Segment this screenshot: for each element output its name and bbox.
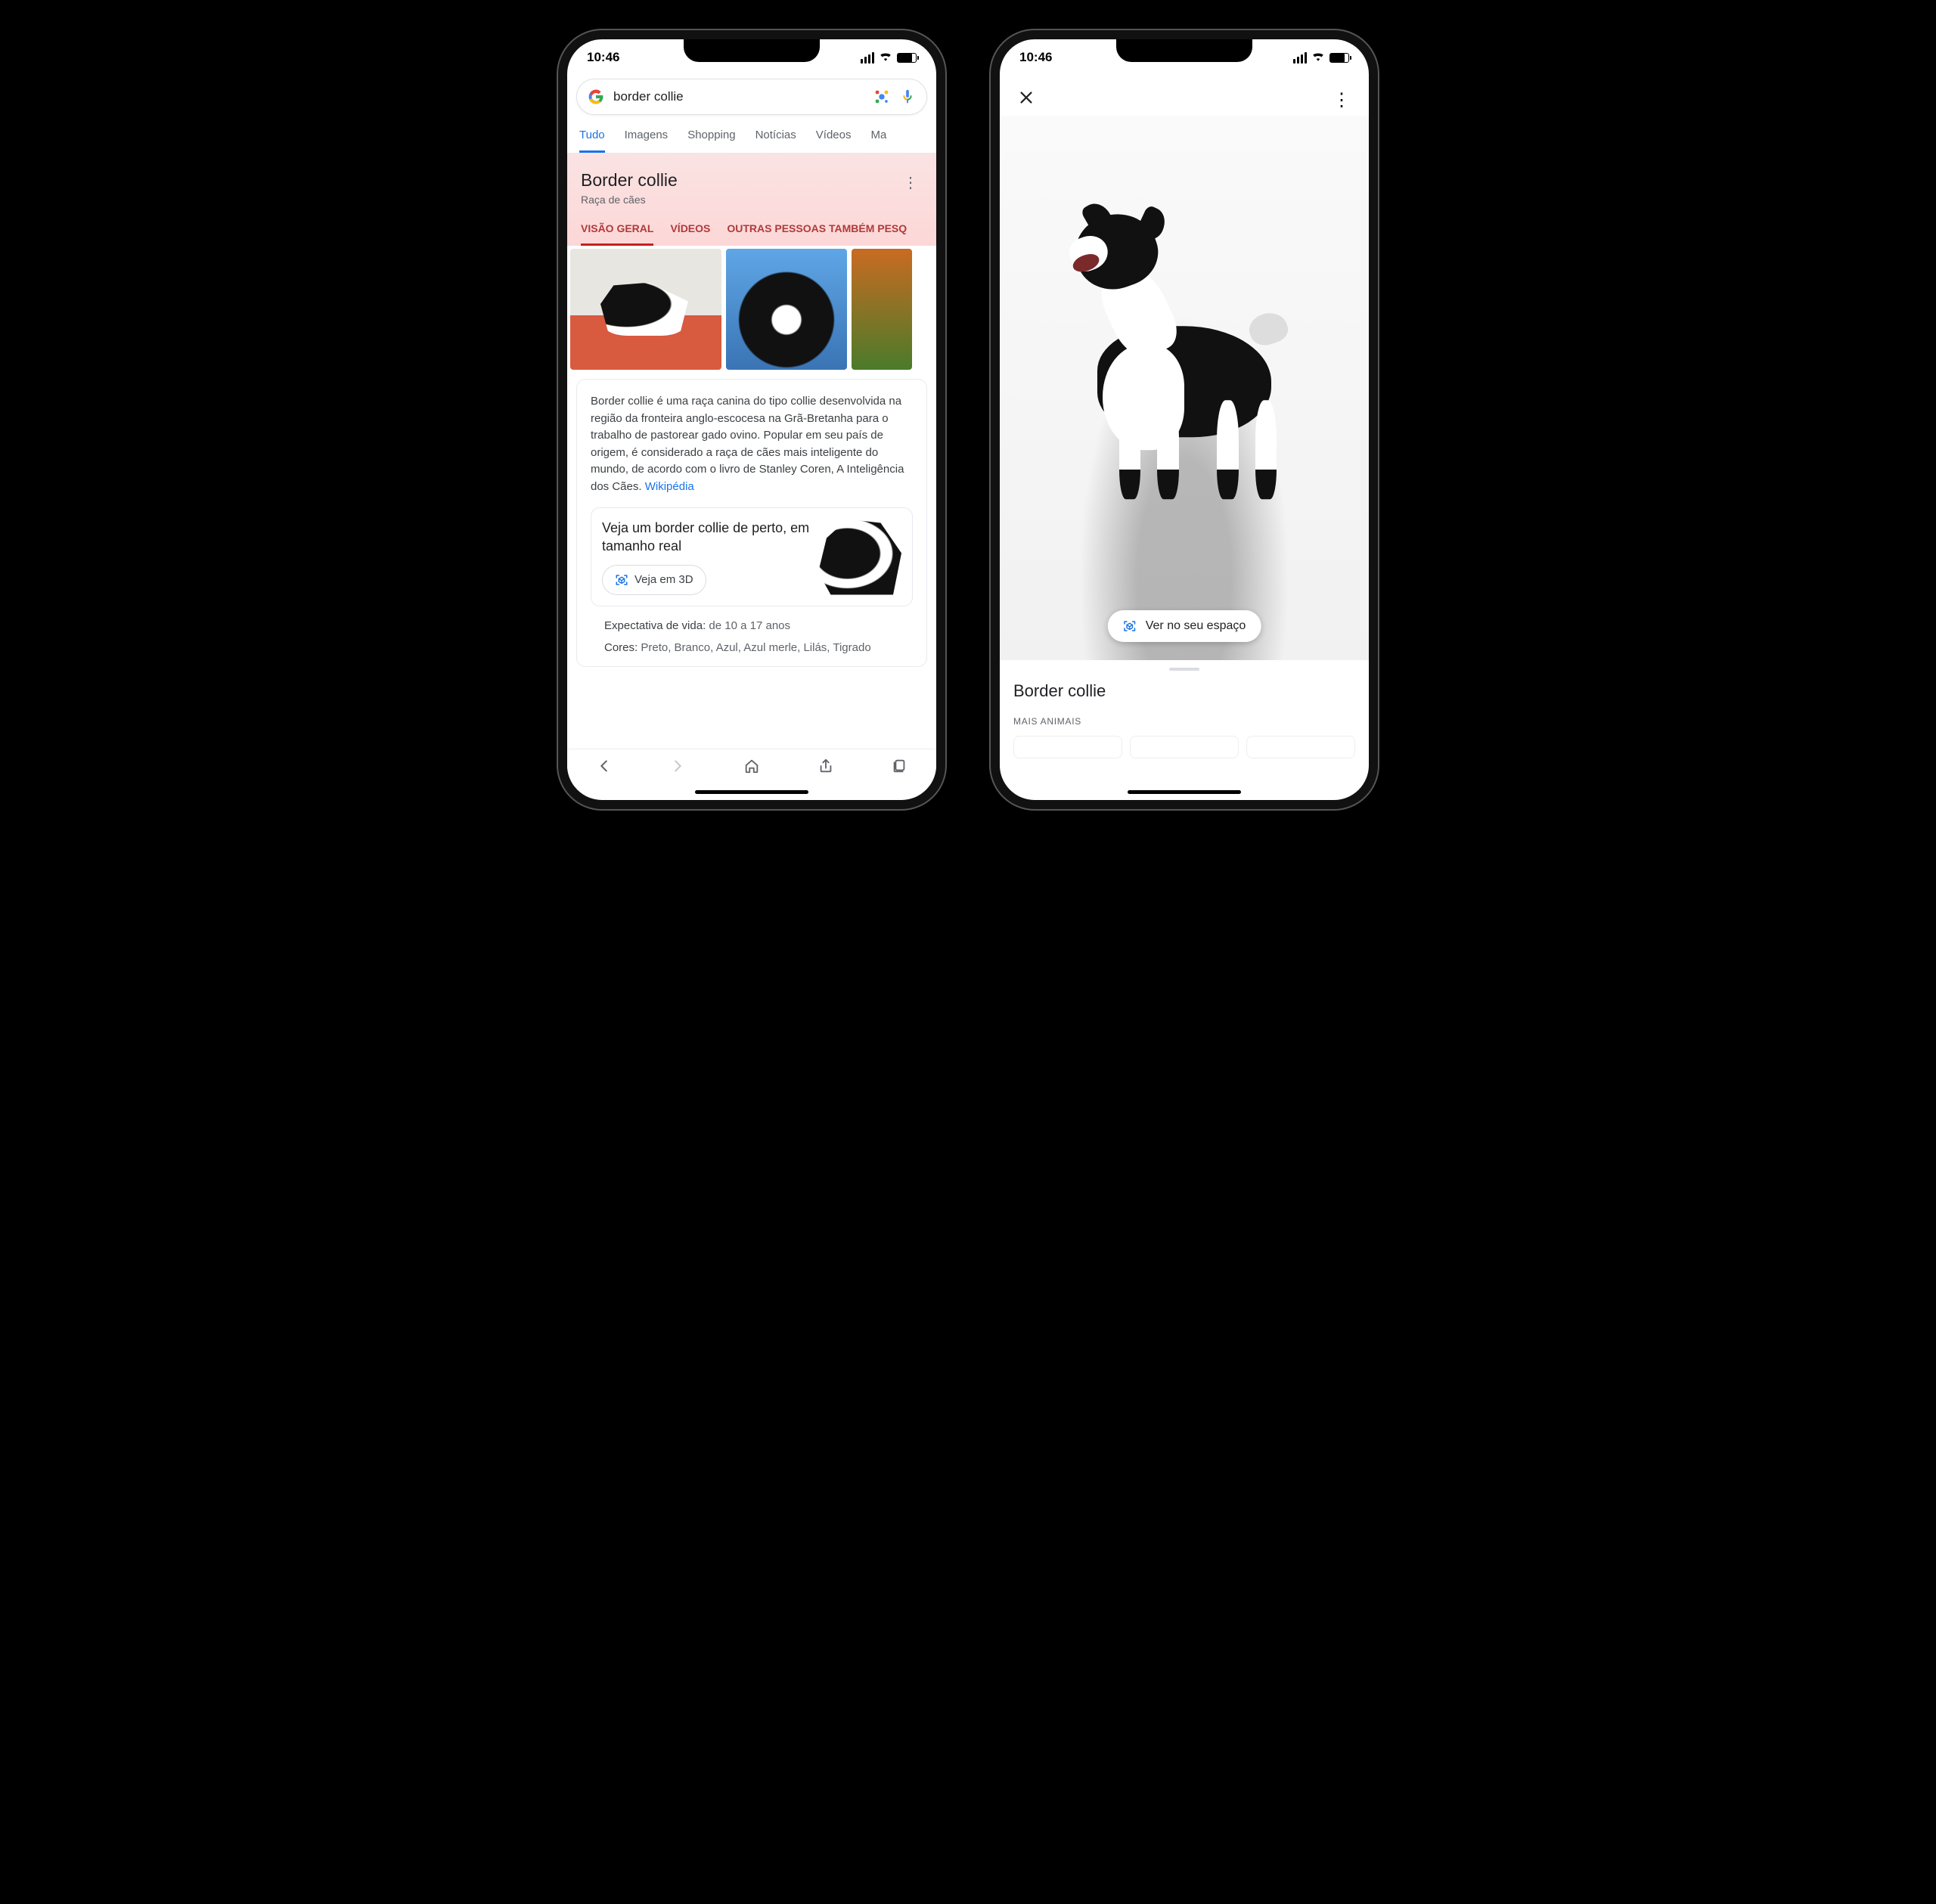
home-indicator [1128,790,1241,794]
tab-tudo[interactable]: Tudo [579,129,605,153]
sheet-handle[interactable] [1169,668,1199,671]
phone-left: 10:46 border collie [558,30,945,809]
tab-more[interactable]: Ma [870,129,886,153]
search-tabs: Tudo Imagens Shopping Notícias Vídeos Ma [567,121,936,153]
3d-dog-model[interactable] [1048,208,1320,518]
sheet-subheading: MAIS ANIMAIS [1013,716,1355,727]
view-in-3d-label: Veja em 3D [634,572,693,589]
google-lens-icon[interactable] [873,88,890,105]
search-bar[interactable]: border collie [576,79,927,115]
wifi-icon [879,50,892,65]
kp-facts: Expectativa de vida: de 10 a 17 anos Cor… [604,616,899,659]
ar-3d-card: Veja um border collie de perto, em taman… [591,507,913,606]
fact-colors-label: Cores: [604,641,641,654]
result-image-2[interactable] [726,249,847,370]
status-time: 10:46 [1019,50,1052,65]
forward-icon[interactable] [669,758,686,779]
microphone-icon[interactable] [899,88,916,105]
kp-tab-people-also[interactable]: OUTRAS PESSOAS TAMBÉM PESQ [727,222,907,246]
view-in-your-space-label: Ver no seu espaço [1146,619,1246,633]
result-image-1[interactable] [570,249,721,370]
animal-chip[interactable] [1130,736,1239,758]
fact-colors-value: Preto, Branco, Azul, Azul merle, Lilás, … [641,641,870,654]
share-icon[interactable] [818,758,834,779]
bottom-sheet[interactable]: Border collie MAIS ANIMAIS [1000,660,1369,758]
kp-source-link[interactable]: Wikipédia [645,480,694,493]
ar-3d-preview-image [818,519,901,595]
image-strip[interactable] [567,246,936,370]
home-indicator [695,790,808,794]
tab-noticias[interactable]: Notícias [755,129,796,153]
battery-icon [1329,53,1349,63]
kp-description-card: Border collie é uma raça canina do tipo … [576,379,927,667]
home-icon[interactable] [743,758,760,779]
kp-tab-videos[interactable]: VÍDEOS [670,222,710,246]
knowledge-panel-header: Border collie Raça de cães ⋮ VISÃO GERAL… [567,153,936,246]
back-icon[interactable] [596,758,613,779]
status-time: 10:46 [587,50,619,65]
ar-prompt-text: Veja um border collie de perto, em taman… [602,519,811,556]
3d-viewer-canvas[interactable]: Ver no seu espaço [1000,116,1369,660]
kp-tabs: VISÃO GERAL VÍDEOS OUTRAS PESSOAS TAMBÉM… [581,222,923,246]
notch [1116,39,1252,62]
more-animals-row[interactable] [1013,736,1355,758]
viewer-top-bar: ⋮ [1000,76,1369,116]
cube-3d-icon [1123,619,1137,633]
wifi-icon [1311,50,1325,65]
result-image-3[interactable] [852,249,912,370]
signal-icon [861,52,874,64]
tab-shopping[interactable]: Shopping [687,129,735,153]
tabs-icon[interactable] [891,758,908,779]
tab-imagens[interactable]: Imagens [625,129,669,153]
kp-subtitle: Raça de cães [581,194,678,206]
kp-tab-overview[interactable]: VISÃO GERAL [581,222,653,246]
close-icon[interactable] [1013,85,1039,116]
more-icon[interactable]: ⋮ [1328,85,1355,116]
kp-more-icon[interactable]: ⋮ [898,170,923,195]
browser-toolbar [567,749,936,786]
notch [684,39,820,62]
fact-life-value: de 10 a 17 anos [709,619,790,632]
sheet-title: Border collie [1013,681,1355,701]
signal-icon [1293,52,1307,64]
battery-icon [897,53,917,63]
view-in-your-space-button[interactable]: Ver no seu espaço [1108,610,1261,642]
cube-3d-icon [615,573,628,587]
tab-videos[interactable]: Vídeos [816,129,852,153]
view-in-3d-button[interactable]: Veja em 3D [602,565,706,596]
fact-life-label: Expectativa de vida: [604,619,709,632]
animal-chip[interactable] [1013,736,1122,758]
kp-title: Border collie [581,170,678,191]
phone-right: 10:46 ⋮ [991,30,1378,809]
google-logo-icon [588,88,604,105]
search-query: border collie [613,89,864,104]
animal-chip[interactable] [1246,736,1355,758]
kp-description-text: Border collie é uma raça canina do tipo … [591,395,904,493]
